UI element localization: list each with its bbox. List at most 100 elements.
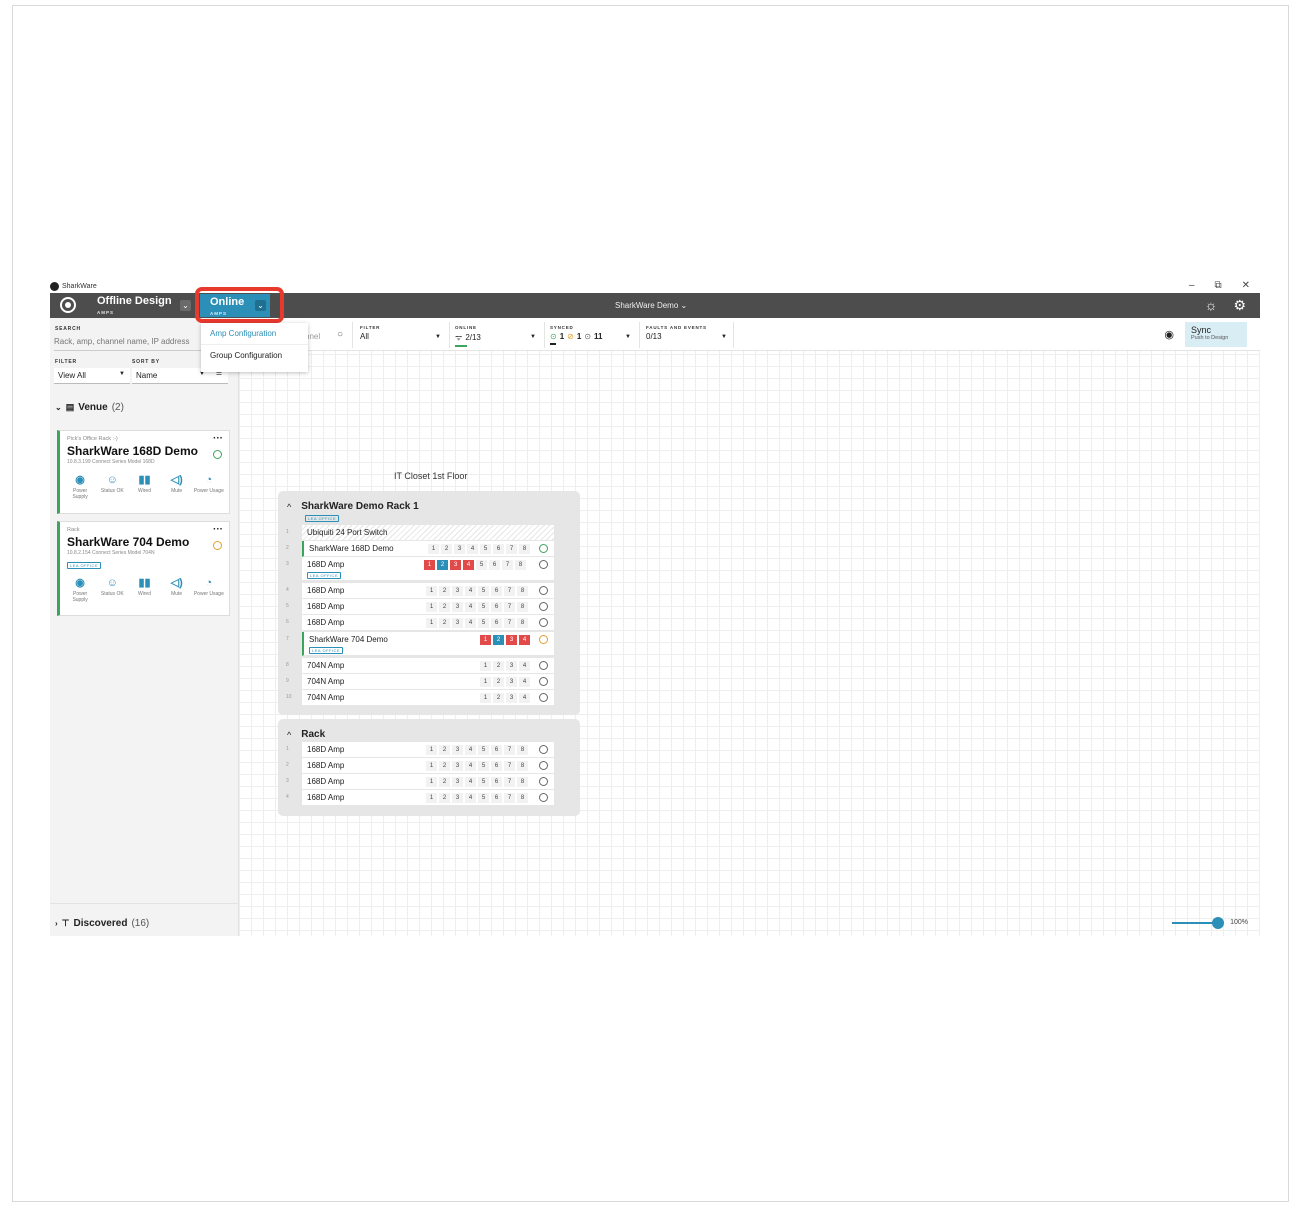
rack-header[interactable]: ^ SharkWare Demo Rack 1	[287, 501, 419, 512]
channel-cell[interactable]: 1	[426, 793, 437, 803]
channel-cell[interactable]: 2	[493, 693, 504, 703]
channel-cell[interactable]: 7	[504, 602, 515, 612]
channel-cell[interactable]: 1	[428, 544, 439, 554]
rack-row[interactable]: 1 Ubiquiti 24 Port Switch	[278, 525, 580, 541]
channel-cell[interactable]: 6	[491, 761, 502, 771]
channel-cell[interactable]: 5	[478, 793, 489, 803]
rack-row[interactable]: 4 168D Amp 12345678	[278, 583, 580, 599]
channel-cell[interactable]: 8	[515, 560, 526, 570]
channel-cell[interactable]: 2	[493, 635, 504, 645]
rack-row[interactable]: 8 704N Amp 1234	[278, 658, 580, 674]
caret-down-icon[interactable]: ▼	[530, 334, 536, 340]
zoom-control[interactable]: 100%	[1172, 916, 1248, 929]
channel-cell[interactable]: 4	[465, 586, 476, 596]
channel-cell[interactable]: 5	[478, 745, 489, 755]
channel-cell[interactable]: 1	[424, 560, 435, 570]
channel-cell[interactable]: 5	[478, 586, 489, 596]
channel-cell[interactable]: 1	[480, 661, 491, 671]
channel-cell[interactable]: 6	[491, 793, 502, 803]
rack-row[interactable]: 6 168D Amp 12345678	[278, 615, 580, 631]
rack-row[interactable]: 2 168D Amp 12345678	[278, 758, 580, 774]
venue-group[interactable]: ⌄ ▤ Venue (2)	[55, 402, 124, 413]
rack-row[interactable]: 3 168D Amp LEA OFFICE 12345678	[278, 557, 580, 582]
zoom-slider[interactable]	[1172, 916, 1225, 929]
channel-cell[interactable]: 2	[439, 618, 450, 628]
channel-cell[interactable]: 6	[491, 586, 502, 596]
channel-cell[interactable]: 8	[517, 777, 528, 787]
channel-cell[interactable]: 4	[463, 560, 474, 570]
eye-icon[interactable]: ◉	[1164, 328, 1174, 341]
channel-cell[interactable]: 3	[506, 635, 517, 645]
filter-dropdown[interactable]: FILTER All	[360, 325, 380, 341]
online-filter[interactable]: ONLINE ᯤ 2/13	[455, 325, 481, 347]
channel-cell[interactable]: 3	[506, 693, 517, 703]
channel-cell[interactable]: 6	[493, 544, 504, 554]
caret-down-icon[interactable]: ▼	[625, 334, 631, 340]
channel-cell[interactable]: 3	[450, 560, 461, 570]
channel-cell[interactable]: 2	[493, 677, 504, 687]
channel-cell[interactable]: 5	[478, 777, 489, 787]
channel-cell[interactable]: 7	[504, 618, 515, 628]
channel-cell[interactable]: 4	[465, 618, 476, 628]
filter-select[interactable]: View All ▼	[54, 368, 130, 384]
channel-cell[interactable]: 5	[478, 602, 489, 612]
mute-button[interactable]: ◁) Mute	[162, 474, 192, 500]
channel-cell[interactable]: 5	[476, 560, 487, 570]
channel-cell[interactable]: 6	[491, 618, 502, 628]
channel-cell[interactable]: 6	[491, 777, 502, 787]
channel-cell[interactable]: 6	[491, 602, 502, 612]
channel-cell[interactable]: 3	[452, 745, 463, 755]
search-icon[interactable]: ○	[337, 329, 343, 340]
channel-cell[interactable]: 2	[439, 586, 450, 596]
rack-row[interactable]: 1 168D Amp 12345678	[278, 742, 580, 758]
channel-cell[interactable]: 2	[493, 661, 504, 671]
channel-cell[interactable]: 4	[519, 635, 530, 645]
project-selector[interactable]: SharkWare Demo ⌄	[615, 301, 687, 310]
discovered-group[interactable]: › ⊤ Discovered (16)	[55, 918, 149, 929]
channel-cell[interactable]: 7	[504, 745, 515, 755]
channel-cell[interactable]: 7	[504, 761, 515, 771]
channel-cell[interactable]: 4	[519, 693, 530, 703]
channel-cell[interactable]: 8	[517, 761, 528, 771]
rack-row[interactable]: 3 168D Amp 12345678	[278, 774, 580, 790]
channel-cell[interactable]: 7	[504, 793, 515, 803]
channel-cell[interactable]: 1	[480, 693, 491, 703]
gear-icon[interactable]: ⚙	[1233, 297, 1246, 314]
channel-cell[interactable]: 7	[502, 560, 513, 570]
caret-down-icon[interactable]: ▼	[435, 334, 441, 340]
chevron-up-icon[interactable]: ^	[287, 502, 291, 512]
channel-cell[interactable]: 3	[452, 586, 463, 596]
channel-cell[interactable]: 5	[478, 618, 489, 628]
faults-filter[interactable]: FAULTS AND EVENTS 0/13	[646, 325, 707, 341]
channel-cell[interactable]: 8	[517, 745, 528, 755]
channel-cell[interactable]: 4	[465, 761, 476, 771]
more-options-icon[interactable]: ···	[213, 524, 223, 535]
zoom-slider-handle[interactable]	[1212, 916, 1225, 929]
channel-cell[interactable]: 3	[452, 602, 463, 612]
channel-cell[interactable]: 8	[517, 602, 528, 612]
channel-cell[interactable]: 2	[441, 544, 452, 554]
channel-cell[interactable]: 8	[517, 586, 528, 596]
menu-item-amp-configuration[interactable]: Amp Configuration	[201, 323, 308, 345]
restore-button[interactable]: ⧉	[1214, 280, 1221, 291]
channel-cell[interactable]: 1	[426, 745, 437, 755]
channel-cell[interactable]: 2	[439, 602, 450, 612]
rack-row[interactable]: 4 168D Amp 12345678	[278, 790, 580, 806]
channel-cell[interactable]: 2	[437, 560, 448, 570]
rack-row[interactable]: 9 704N Amp 1234	[278, 674, 580, 690]
channel-cell[interactable]: 1	[480, 677, 491, 687]
channel-cell[interactable]: 1	[426, 761, 437, 771]
channel-cell[interactable]: 6	[491, 745, 502, 755]
offline-design-tab[interactable]: Offline Design AMPS	[97, 296, 172, 318]
channel-cell[interactable]: 2	[439, 761, 450, 771]
channel-cell[interactable]: 3	[452, 777, 463, 787]
sync-button[interactable]: Sync Push to Design	[1185, 322, 1247, 347]
rack-header[interactable]: ^ Rack	[287, 729, 325, 740]
channel-cell[interactable]: 3	[452, 761, 463, 771]
channel-cell[interactable]: 4	[465, 777, 476, 787]
channel-cell[interactable]: 4	[519, 661, 530, 671]
channel-cell[interactable]: 2	[439, 793, 450, 803]
mute-button[interactable]: ◁) Mute	[162, 577, 192, 603]
channel-cell[interactable]: 2	[439, 777, 450, 787]
channel-cell[interactable]: 8	[517, 793, 528, 803]
